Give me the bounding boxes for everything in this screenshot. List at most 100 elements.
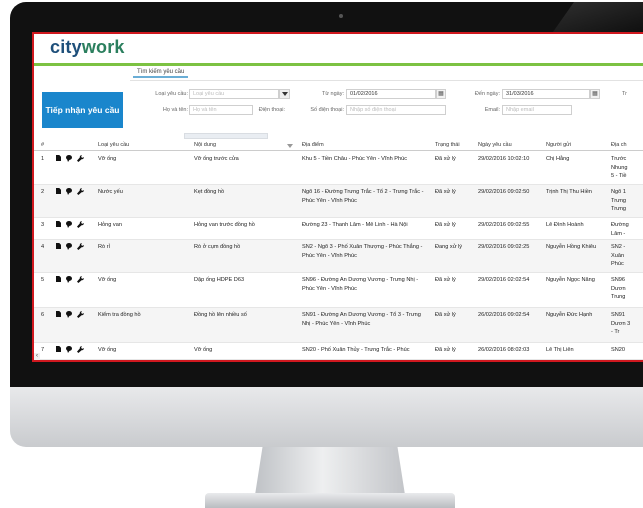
row-number: 3: [41, 222, 45, 228]
fullname-label: Họ và tên:: [162, 107, 188, 113]
wrench-icon[interactable]: [77, 243, 84, 250]
row-status: Đã xử lý: [435, 347, 456, 353]
phone-number-input[interactable]: Nhập số điện thoại: [346, 105, 446, 115]
table-row[interactable]: 6 Kiểm tra đồng hồ Đồng hồ lên nhiều số …: [34, 308, 643, 343]
calendar-icon[interactable]: ▦: [436, 89, 446, 99]
document-icon[interactable]: [56, 346, 61, 352]
wrench-icon[interactable]: [77, 346, 84, 353]
row-date: 29/02/2016 09:02:50: [478, 189, 530, 195]
row-place: SN2 - Ngõ 3 - Phố Xuân Thượng - Phúc Thắ…: [302, 244, 423, 259]
row-actions: [56, 346, 92, 353]
row-content: Dập ống HDPE D63: [194, 277, 245, 283]
from-date-label: Từ ngày:: [321, 91, 344, 97]
col-status[interactable]: Trạng thái: [435, 142, 460, 148]
row-type: Vỡ ống: [98, 156, 117, 162]
wrench-icon[interactable]: [77, 311, 84, 318]
row-number: 7: [41, 347, 45, 353]
request-type-select[interactable]: Loại yêu cầu: [189, 89, 279, 99]
table-row[interactable]: 1 Vỡ ống Vỡ ống trước cửa Khu 5 - Tiền C…: [34, 152, 643, 185]
phone-label: Điện thoại:: [258, 107, 285, 113]
calendar-icon[interactable]: ▦: [590, 89, 600, 99]
tab-search-requests[interactable]: Tìm kiếm yêu cầu: [133, 68, 189, 78]
document-icon[interactable]: [56, 276, 61, 282]
document-icon[interactable]: [56, 188, 61, 194]
comment-icon[interactable]: [66, 346, 72, 353]
row-address: Đường Lâm -: [611, 222, 629, 237]
table-row[interactable]: 3 Hỏng van Hỏng van trước đồng hồ Đường …: [34, 218, 643, 240]
table-row[interactable]: 7 Vỡ ống Vỡ ống SN20 - Phố Xuân Thủy - T…: [34, 343, 643, 360]
email-input[interactable]: Nhập email: [502, 105, 572, 115]
from-date-input[interactable]: 01/02/2016: [346, 89, 436, 99]
row-address: SN96 Dươn Trung: [611, 277, 626, 300]
document-icon[interactable]: [56, 311, 61, 317]
row-place: SN96 - Đường An Dương Vương - Trưng Nhị …: [302, 277, 419, 292]
col-location[interactable]: Địa điểm: [302, 142, 324, 148]
comment-icon[interactable]: [66, 221, 72, 228]
row-number: 2: [41, 189, 45, 195]
col-address[interactable]: Địa ch: [611, 142, 627, 148]
row-type: Rò rỉ: [98, 244, 110, 250]
header-divider: [34, 63, 643, 66]
phone-number-label: Số điện thoại:: [310, 107, 344, 113]
logo-city-text: city: [50, 37, 82, 57]
row-sender: Lê Thị Liên: [546, 347, 574, 353]
camera-dot: [339, 14, 343, 18]
citywork-logo[interactable]: citywork: [50, 37, 125, 58]
fullname-input[interactable]: Họ và tên: [189, 105, 253, 115]
row-status: Đã xử lý: [435, 156, 456, 162]
row-date: 29/02/2016 02:02:54: [478, 277, 530, 283]
wrench-icon[interactable]: [77, 276, 84, 283]
row-place: SN20 - Phố Xuân Thủy - Trưng Trắc - Phúc: [302, 347, 410, 353]
comment-icon[interactable]: [66, 243, 72, 250]
row-number: 4: [41, 244, 45, 250]
extra-filter-label: Tr: [622, 91, 627, 97]
wrench-icon[interactable]: [77, 155, 84, 162]
row-date: 29/02/2016 10:02:10: [478, 156, 530, 162]
scroll-left-icon[interactable]: ‹: [34, 353, 40, 360]
row-content: Vỡ ống: [194, 347, 213, 353]
receive-request-button[interactable]: Tiếp nhận yêu cầu: [42, 92, 123, 128]
comment-icon[interactable]: [66, 188, 72, 195]
monitor-stand-base: [205, 493, 455, 508]
row-number: 5: [41, 277, 45, 283]
table-row[interactable]: 5 Vỡ ống Dập ống HDPE D63 SN96 - Đường A…: [34, 273, 643, 308]
row-number: 6: [41, 312, 45, 318]
to-date-input[interactable]: 31/03/2016: [502, 89, 590, 99]
row-actions: [56, 276, 92, 283]
col-sender[interactable]: Người gửi: [546, 142, 571, 148]
col-request-date[interactable]: Ngày yêu cầu: [478, 142, 512, 148]
comment-icon[interactable]: [66, 276, 72, 283]
sort-down-icon[interactable]: [287, 144, 293, 148]
row-sender: Trịnh Thị Thu Hiền: [546, 189, 592, 195]
comment-icon[interactable]: [66, 155, 72, 162]
row-sender: Lê Đình Hoành: [546, 222, 584, 228]
row-content: Rò ở cụm đồng hồ: [194, 244, 241, 250]
comment-icon[interactable]: [66, 311, 72, 318]
col-request-type[interactable]: Loại yêu cầu: [98, 142, 129, 148]
col-number[interactable]: #: [41, 142, 44, 148]
row-content: Kẹt đồng hồ: [194, 189, 225, 195]
row-date: 26/02/2016 08:02:03: [478, 347, 530, 353]
email-label: Email:: [484, 107, 500, 113]
wrench-icon[interactable]: [77, 221, 84, 228]
row-type: Vỡ ống: [98, 347, 117, 353]
tab-bar: Tìm kiếm yêu cầu: [130, 67, 643, 81]
row-status: Đã xử lý: [435, 312, 456, 318]
col-content[interactable]: Nội dung: [194, 142, 216, 148]
row-content: Hỏng van trước đồng hồ: [194, 222, 255, 228]
document-icon[interactable]: [56, 221, 61, 227]
document-icon[interactable]: [56, 155, 61, 161]
row-address: Ngõ 1 Trưng Trưng: [611, 189, 627, 212]
document-icon[interactable]: [56, 243, 61, 249]
row-content: Vỡ ống trước cửa: [194, 156, 239, 162]
table-header: # Loại yêu cầu Nội dung Địa điểm Trạng t…: [34, 141, 643, 151]
row-date: 29/02/2016 09:02:25: [478, 244, 530, 250]
table-row[interactable]: 4 Rò rỉ Rò ở cụm đồng hồ SN2 - Ngõ 3 - P…: [34, 240, 643, 273]
row-date: 29/02/2016 09:02:55: [478, 222, 530, 228]
row-actions: [56, 188, 92, 195]
chevron-down-icon[interactable]: [279, 89, 290, 99]
row-number: 1: [41, 156, 45, 162]
table-row[interactable]: 2 Nước yếu Kẹt đồng hồ Ngõ 16 - Đường Tr…: [34, 185, 643, 218]
wrench-icon[interactable]: [77, 188, 84, 195]
row-status: Đã xử lý: [435, 189, 456, 195]
